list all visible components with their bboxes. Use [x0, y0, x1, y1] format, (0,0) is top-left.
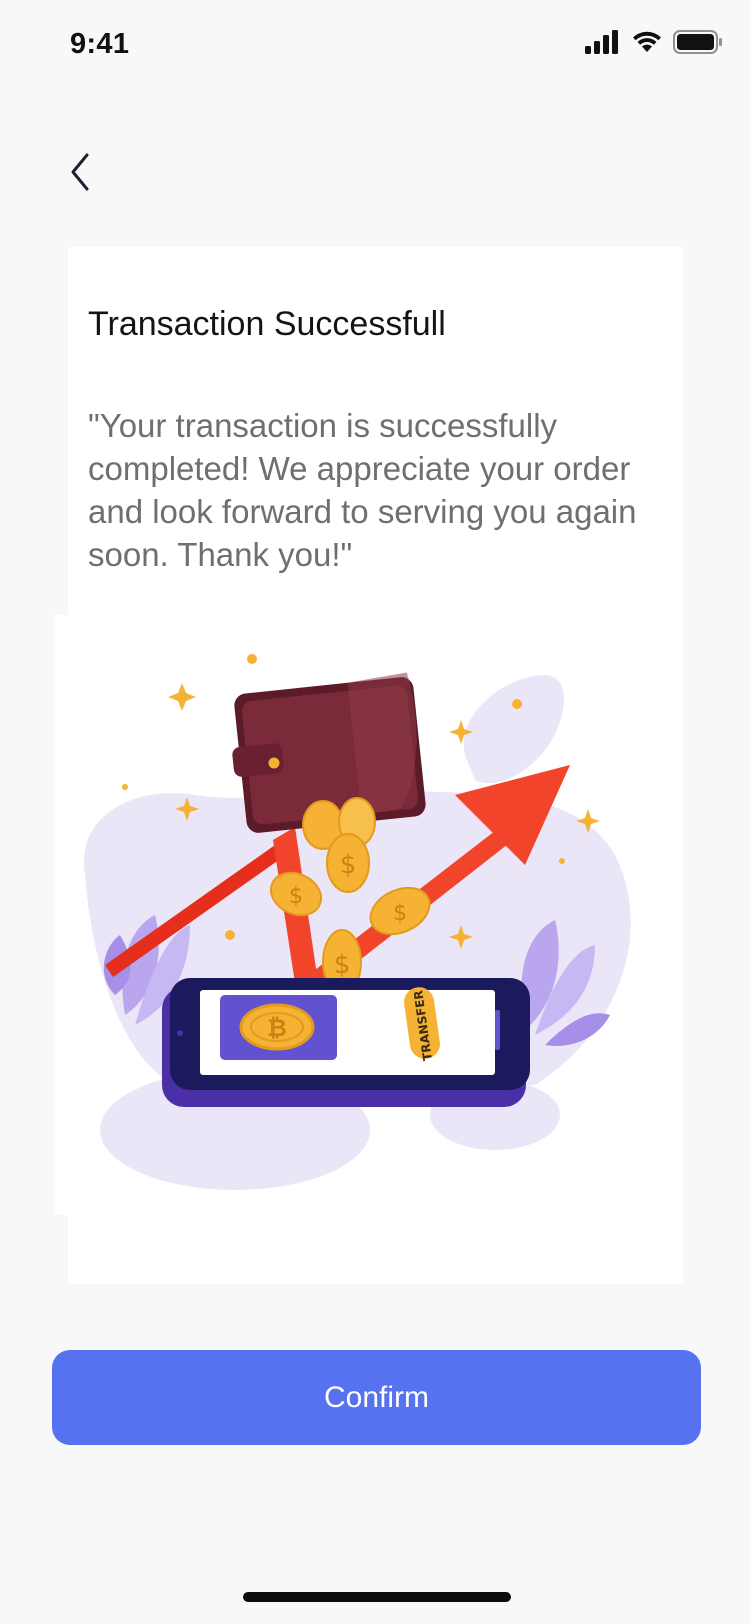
wifi-icon — [633, 31, 661, 52]
back-button[interactable] — [56, 148, 104, 196]
status-bar: 9:41 — [0, 0, 751, 96]
transaction-illustration: $ $ $ $ ₿ TRANSFER — [55, 615, 675, 1215]
cellular-signal-icon — [585, 30, 618, 54]
svg-text:$: $ — [289, 884, 303, 909]
status-time: 9:41 — [70, 28, 130, 60]
bitcoin-icon: ₿ — [239, 1003, 315, 1051]
confirm-button[interactable]: Confirm — [52, 1350, 701, 1445]
svg-text:$: $ — [340, 850, 357, 880]
card-message: "Your transaction is successfully comple… — [88, 407, 637, 573]
status-icons — [585, 30, 723, 54]
home-indicator — [243, 1592, 511, 1602]
svg-text:$: $ — [334, 950, 351, 980]
battery-icon — [673, 30, 722, 54]
svg-text:₿: ₿ — [267, 1014, 287, 1042]
phone-icon — [162, 978, 530, 1107]
card-title: Transaction Successfull — [88, 305, 446, 343]
svg-text:$: $ — [393, 901, 407, 926]
chevron-left-icon — [71, 153, 89, 191]
